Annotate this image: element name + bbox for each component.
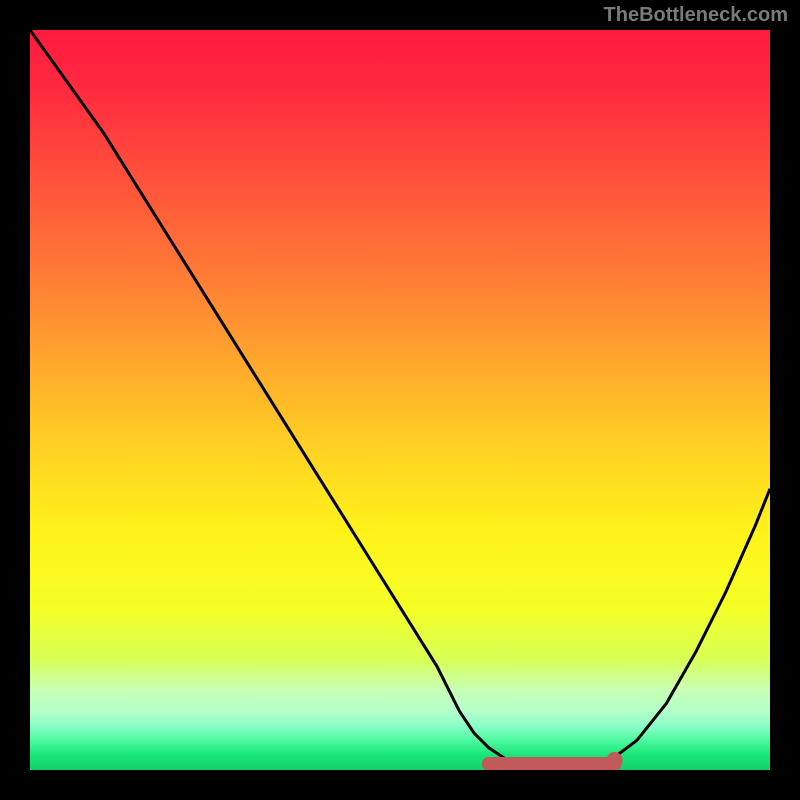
plateau-end-dot: [607, 752, 623, 768]
chart-svg: [30, 30, 770, 770]
bottleneck-curve-line: [30, 30, 770, 770]
watermark-text: TheBottleneck.com: [604, 4, 788, 27]
plot-area: [30, 30, 770, 770]
